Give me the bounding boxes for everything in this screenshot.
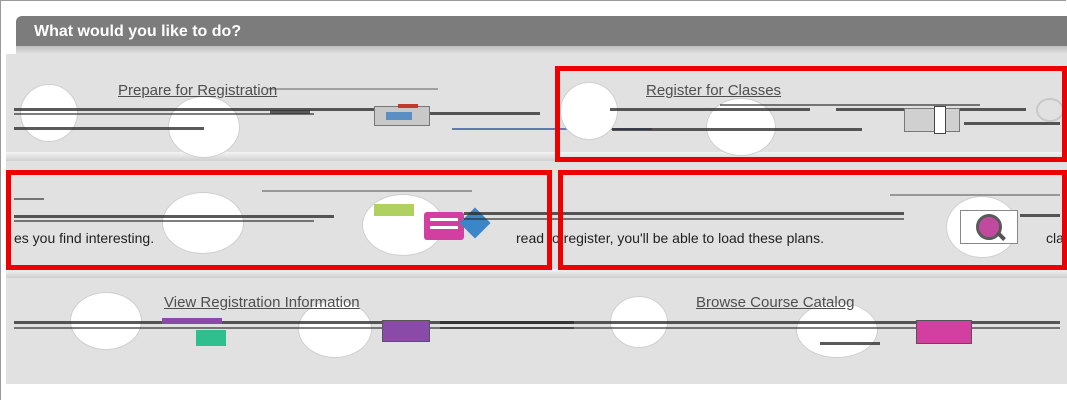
calendar-icon-detail — [386, 112, 412, 120]
highlight-register-classes — [555, 66, 1067, 162]
card-title-view-info[interactable]: View Registration Information — [164, 294, 360, 311]
garbled-text — [14, 108, 374, 111]
garbled-text — [820, 342, 880, 345]
garbled-text — [14, 127, 204, 130]
catalog-icon — [916, 320, 972, 344]
card-title-prepare[interactable]: Prepare for Registration — [118, 82, 277, 99]
page-title: What would you like to do? — [34, 23, 242, 40]
info-icon-detail — [162, 318, 222, 324]
header-divider — [16, 46, 1067, 54]
info-icon — [382, 320, 430, 342]
garbled-text — [430, 112, 540, 115]
garbled-text — [268, 88, 438, 90]
row-divider — [6, 269, 1067, 278]
garbled-text — [14, 113, 314, 115]
highlight-plan-ahead — [6, 170, 552, 270]
garbled-text — [270, 110, 310, 114]
card-title-browse[interactable]: Browse Course Catalog — [696, 294, 854, 311]
page-header: What would you like to do? — [16, 16, 1067, 46]
info-icon — [196, 330, 226, 346]
highlight-plans — [558, 170, 1067, 270]
calendar-icon-detail — [398, 104, 418, 108]
